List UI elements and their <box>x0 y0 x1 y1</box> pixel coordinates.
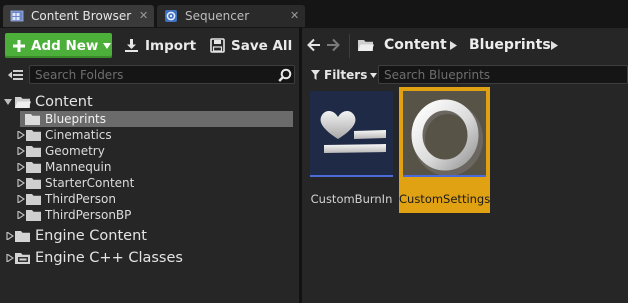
asset-label: CustomBurnIn <box>310 192 393 206</box>
folder-icon <box>26 210 41 221</box>
tree-item-label: Content <box>35 94 93 110</box>
tree-item-cinematics[interactable]: Cinematics <box>0 127 299 143</box>
asset-panel: Content Blueprints Filters Search Bluepr… <box>302 28 628 303</box>
tab-label: Content Browser <box>31 9 132 23</box>
tree-item-content[interactable]: Content <box>0 93 299 111</box>
save-all-label: Save All <box>231 37 293 54</box>
breadcrumb-arrow-icon[interactable] <box>450 41 457 50</box>
asset-label: CustomSettings <box>399 192 491 206</box>
asset-thumbnail <box>310 91 393 177</box>
chevron-down-icon <box>370 72 378 78</box>
folder-open-icon[interactable] <box>358 39 374 52</box>
folder-icon <box>26 178 41 189</box>
folder-icon <box>15 231 30 242</box>
save-icon <box>210 38 225 53</box>
sources-toggle-icon[interactable] <box>7 68 24 82</box>
filter-icon <box>311 70 320 80</box>
tree-item-label: Cinematics <box>45 128 112 142</box>
breadcrumb-blueprints[interactable]: Blueprints <box>469 37 551 53</box>
search-folders-input[interactable] <box>29 65 295 84</box>
divider <box>349 34 350 58</box>
tree-item-label: Mannequin <box>45 160 112 174</box>
import-button[interactable]: Import <box>124 33 196 58</box>
chevron-right-icon[interactable] <box>17 131 25 139</box>
tree-item-label: StarterContent <box>45 176 135 190</box>
cpp-folder-icon <box>15 253 30 264</box>
chevron-right-icon[interactable] <box>17 211 25 219</box>
chevron-down-icon[interactable] <box>4 98 12 106</box>
chevron-right-icon[interactable] <box>17 195 25 203</box>
close-icon[interactable]: ✕ <box>290 9 299 22</box>
ring-icon <box>411 99 483 176</box>
folder-icon <box>26 162 41 173</box>
tree-item-label: Engine C++ Classes <box>35 250 183 266</box>
asset-tile-customsettings[interactable]: CustomSettings <box>399 87 490 213</box>
tab-sequencer[interactable]: Sequencer ✕ <box>157 5 305 27</box>
tree-item-label: Blueprints <box>45 112 107 126</box>
filters-label: Filters <box>324 68 368 82</box>
folder-icon <box>26 146 41 157</box>
chevron-right-icon[interactable] <box>17 163 25 171</box>
tree-item-label: ThirdPersonBP <box>45 208 132 222</box>
sequencer-icon <box>165 10 177 22</box>
import-label: Import <box>145 37 197 54</box>
forward-arrow-icon[interactable] <box>326 38 340 52</box>
filters-button[interactable]: Filters <box>311 66 378 84</box>
search-icon <box>278 68 292 82</box>
add-new-label: Add New <box>31 37 99 54</box>
search-assets-input[interactable] <box>378 65 628 84</box>
sources-panel: Add New Import Save All Search Folders C… <box>0 28 299 303</box>
save-all-button[interactable]: Save All <box>210 33 292 58</box>
tree-item-label: ThirdPerson <box>45 192 116 206</box>
tree-item-thirdpersonbp[interactable]: ThirdPersonBP <box>0 207 299 223</box>
asset-type-strip <box>310 175 393 177</box>
tab-label: Sequencer <box>185 9 250 23</box>
add-new-button[interactable]: Add New <box>5 33 112 58</box>
burn-in-icon <box>320 111 386 153</box>
content-toolbar: Add New Import Save All <box>0 28 299 64</box>
chevron-right-icon[interactable] <box>17 179 25 187</box>
asset-thumbnail <box>403 91 486 177</box>
import-icon <box>125 39 138 52</box>
tree-item-label: Geometry <box>45 144 105 158</box>
tree-item-mannequin[interactable]: Mannequin <box>0 159 299 175</box>
asset-type-strip <box>403 175 486 177</box>
folder-icon <box>26 194 41 205</box>
breadcrumb-arrow-icon[interactable] <box>551 41 558 50</box>
tree-item-startercontent[interactable]: StarterContent <box>0 175 299 191</box>
tab-bar: Content Browser ✕ Sequencer ✕ <box>0 0 628 28</box>
folder-icon <box>25 114 40 125</box>
chevron-right-icon[interactable] <box>6 254 14 262</box>
tree-item-engine-content[interactable]: Engine Content <box>0 226 299 246</box>
tree-item-label: Engine Content <box>35 228 147 244</box>
tab-content-browser[interactable]: Content Browser ✕ <box>3 5 154 27</box>
asset-filter-bar: Filters <box>302 64 628 86</box>
folder-search-row <box>0 64 299 86</box>
tree-item-geometry[interactable]: Geometry <box>0 143 299 159</box>
tree-item-engine-cpp-classes[interactable]: Engine C++ Classes <box>0 248 299 268</box>
asset-tile-customburnin[interactable]: CustomBurnIn <box>306 87 397 213</box>
back-arrow-icon[interactable] <box>307 38 321 52</box>
chevron-down-icon <box>103 42 112 49</box>
close-icon[interactable]: ✕ <box>139 9 148 22</box>
chevron-right-icon[interactable] <box>6 232 14 240</box>
path-bar: Content Blueprints <box>302 28 628 64</box>
tree-item-blueprints[interactable]: Blueprints <box>20 111 293 127</box>
tree-item-thirdperson[interactable]: ThirdPerson <box>0 191 299 207</box>
chevron-right-icon[interactable] <box>17 147 25 155</box>
add-icon <box>13 39 25 52</box>
folder-icon <box>26 130 41 141</box>
content-browser-icon <box>10 10 24 22</box>
breadcrumb-content[interactable]: Content <box>384 37 447 53</box>
folder-open-icon <box>15 97 31 108</box>
